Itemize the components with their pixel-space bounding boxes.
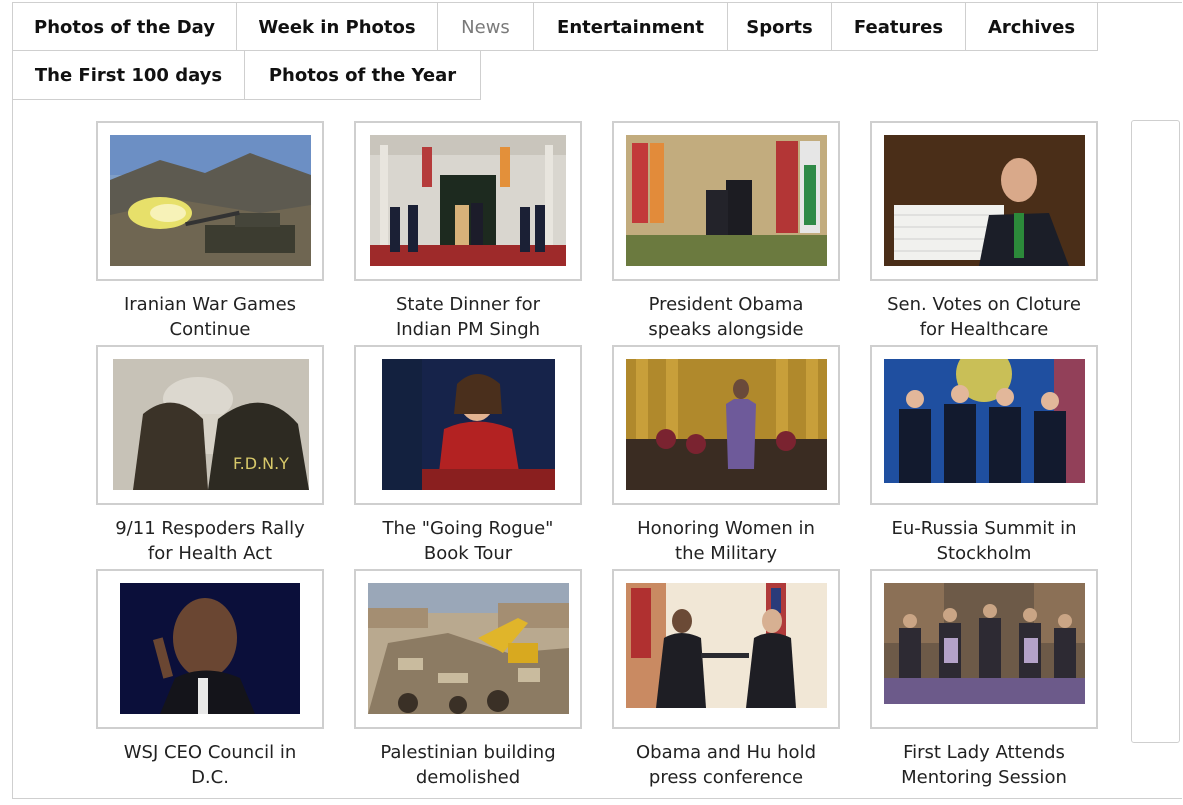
caption[interactable]: Sen. Votes on Cloture for Healthcare [870,292,1098,342]
caption[interactable]: President Obama speaks alongside [612,292,840,342]
caption-line: State Dinner for [396,294,540,315]
photo-wsj-ceo-council[interactable] [120,583,300,714]
caption-line: demolished [415,767,521,788]
caption[interactable]: The "Going Rogue" Book Tour [354,516,582,566]
photo-obama-hu[interactable] [626,583,827,708]
caption-line: press conference [648,767,804,788]
caption[interactable]: Obama and Hu hold press conference [612,740,840,790]
caption-line: Honoring Women in [637,518,815,539]
caption[interactable]: WSJ CEO Council in D.C. [96,740,324,790]
tab-photos-of-the-year[interactable]: Photos of the Year [245,51,481,100]
caption-line: Palestinian building [380,742,556,763]
photo-obama-speaks[interactable] [626,135,827,266]
caption[interactable]: First Lady Attends Mentoring Session [870,740,1098,790]
caption-line: Indian PM Singh [395,319,541,340]
caption[interactable]: Honoring Women in the Military [612,516,840,566]
tab-photos-of-the-day[interactable]: Photos of the Day [12,2,237,51]
photo-iranian-war-games[interactable] [110,135,311,266]
caption[interactable]: State Dinner for Indian PM Singh [354,292,582,342]
caption-line: D.C. [191,767,229,788]
caption[interactable]: Iranian War Games Continue [96,292,324,342]
caption-line: Continue [169,319,251,340]
photo-state-dinner[interactable] [370,135,566,266]
tab-week-in-photos[interactable]: Week in Photos [237,2,438,51]
caption-line: the Military [675,543,777,564]
photo-women-military[interactable] [626,359,827,490]
caption-line: Stockholm [936,543,1032,564]
photo-text-fdny: F.D.N.Y [233,454,289,473]
caption-line: President Obama [648,294,804,315]
caption-line: WSJ CEO Council in [123,742,297,763]
photo-first-lady-mentoring[interactable] [884,583,1085,704]
tab-archives[interactable]: Archives [966,2,1098,51]
tab-features[interactable]: Features [832,2,966,51]
caption[interactable]: 9/11 Respoders Rally for Health Act [96,516,324,566]
caption-line: First Lady Attends [903,742,1065,763]
caption-line: Book Tour [423,543,513,564]
caption-line: for Healthcare [919,319,1049,340]
photo-senate-cloture[interactable] [884,135,1085,266]
caption-line: 9/11 Respoders Rally [115,518,305,539]
tab-first-100-days[interactable]: The First 100 days [12,51,245,100]
caption-line: Sen. Votes on Cloture [887,294,1081,315]
caption-line: Iranian War Games [123,294,297,315]
caption-line: Obama and Hu hold [635,742,816,763]
side-scroll-panel[interactable] [1131,120,1180,743]
caption[interactable]: Palestinian building demolished [354,740,582,790]
photo-going-rogue[interactable] [382,359,555,490]
caption[interactable]: Eu-Russia Summit in Stockholm [870,516,1098,566]
photo-palestinian-building[interactable] [368,583,569,714]
caption-line: speaks alongside [648,319,804,340]
photo-eu-russia-summit[interactable] [884,359,1085,483]
caption-line: Mentoring Session [901,767,1067,788]
tab-sports[interactable]: Sports [728,2,832,51]
caption-line: The "Going Rogue" [382,518,554,539]
caption-line: Eu-Russia Summit in [891,518,1077,539]
tab-entertainment[interactable]: Entertainment [534,2,728,51]
photo-911-responders[interactable]: F.D.N.Y [113,359,309,490]
caption-line: for Health Act [147,543,273,564]
tab-news[interactable]: News [438,2,534,51]
